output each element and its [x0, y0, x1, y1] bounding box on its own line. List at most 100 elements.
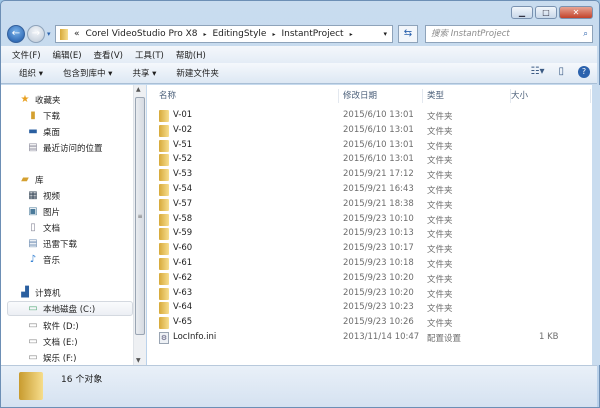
include-in-library-button[interactable]: 包含到库中 ▾: [63, 67, 112, 79]
scroll-up-arrow[interactable]: ▲: [136, 86, 141, 93]
file-row[interactable]: V-52 2015/6/10 13:01 文件夹: [147, 153, 592, 167]
file-name: V-58: [173, 213, 193, 224]
file-row[interactable]: V-60 2015/9/23 10:17 文件夹: [147, 242, 592, 256]
video-icon: ▦: [28, 190, 38, 201]
nav-label: 桌面: [43, 127, 61, 138]
column-size[interactable]: 大小: [511, 89, 591, 103]
menu-tools[interactable]: 工具(T): [135, 49, 164, 61]
file-type: 文件夹: [427, 319, 453, 330]
refresh-button[interactable]: ⇆: [398, 25, 418, 43]
column-date[interactable]: 修改日期: [343, 89, 423, 103]
view-options-icon[interactable]: ☷▾: [531, 66, 545, 78]
maximize-button[interactable]: □: [535, 6, 557, 19]
nav-downloads[interactable]: ▮ 下载: [27, 108, 60, 123]
file-row[interactable]: V-59 2015/9/23 10:13 文件夹: [147, 227, 592, 241]
new-folder-button[interactable]: 新建文件夹: [176, 67, 219, 79]
nav-libraries[interactable]: ▰ 库: [19, 172, 43, 187]
file-row[interactable]: V-64 2015/9/23 10:23 文件夹: [147, 301, 592, 315]
nav-recent-places[interactable]: ▤ 最近访问的位置: [27, 140, 103, 155]
address-dropdown[interactable]: ▾: [383, 30, 387, 38]
nav-drive-d[interactable]: ▭ 软件 (D:): [27, 318, 78, 333]
nav-label: 文档: [43, 223, 61, 234]
nav-drive-e[interactable]: ▭ 文档 (E:): [27, 334, 77, 349]
recent-pages-dropdown[interactable]: ▾: [47, 30, 51, 38]
search-icon[interactable]: ⌕: [583, 26, 588, 42]
file-row[interactable]: V-53 2015/9/21 17:12 文件夹: [147, 168, 592, 182]
thunder-download-icon: ▤: [28, 238, 38, 249]
breadcrumb-separator[interactable]: ▸: [203, 31, 206, 38]
nav-thunder-downloads[interactable]: ▤ 迅雷下载: [27, 236, 77, 251]
window-controls: ▁ □ ✕: [511, 6, 593, 19]
nav-computer[interactable]: ▟ 计算机: [19, 285, 60, 300]
column-name[interactable]: 名称: [159, 89, 339, 103]
minimize-button[interactable]: ▁: [511, 6, 533, 19]
file-row[interactable]: V-57 2015/9/21 18:38 文件夹: [147, 198, 592, 212]
file-row[interactable]: V-62 2015/9/23 10:20 文件夹: [147, 272, 592, 286]
file-row[interactable]: V-65 2015/9/23 10:26 文件夹: [147, 316, 592, 330]
folder-icon: [159, 287, 169, 300]
item-count: 16 个对象: [61, 375, 103, 385]
scrollbar-thumb[interactable]: ≡: [135, 97, 145, 335]
folder-icon: [159, 169, 169, 182]
nav-buttons: ← → ▾: [7, 25, 51, 43]
file-row[interactable]: V-01 2015/6/10 13:01 文件夹: [147, 109, 592, 123]
file-row[interactable]: ⚙ LocInfo.ini 2013/11/14 10:47 配置设置 1 KB: [147, 331, 592, 345]
folder-icon: [159, 272, 169, 285]
back-button[interactable]: ←: [7, 25, 25, 43]
search-input[interactable]: 搜索 InstantProject ⌕: [425, 25, 593, 43]
file-date: 2015/9/23 10:26: [343, 317, 414, 328]
nav-pictures[interactable]: ▣ 图片: [27, 204, 60, 219]
downloads-icon: ▮: [30, 110, 36, 121]
organize-button[interactable]: 组织 ▾: [19, 67, 43, 79]
file-date: 2015/6/10 13:01: [343, 154, 414, 165]
breadcrumb-separator[interactable]: ▸: [350, 31, 353, 38]
file-row[interactable]: V-02 2015/6/10 13:01 文件夹: [147, 124, 592, 138]
menu-edit[interactable]: 编辑(E): [53, 49, 82, 61]
nav-documents[interactable]: ▯ 文档: [27, 220, 60, 235]
nav-videos[interactable]: ▦ 视频: [27, 188, 60, 203]
menu-view[interactable]: 查看(V): [94, 49, 123, 61]
breadcrumb-overflow[interactable]: «: [74, 29, 80, 39]
menu-help[interactable]: 帮助(H): [176, 49, 206, 61]
share-button[interactable]: 共享 ▾: [132, 67, 156, 79]
file-row[interactable]: V-63 2015/9/23 10:20 文件夹: [147, 287, 592, 301]
menu-file[interactable]: 文件(F): [12, 49, 41, 61]
drive-icon: ▭: [28, 336, 38, 347]
breadcrumb-instantproject[interactable]: InstantProject: [281, 29, 343, 39]
file-name: V-61: [173, 258, 193, 268]
breadcrumb-editingstyle[interactable]: EditingStyle: [213, 29, 267, 39]
file-name: V-62: [173, 272, 193, 283]
close-button[interactable]: ✕: [559, 6, 593, 19]
nav-label: 最近访问的位置: [43, 143, 103, 154]
folder-icon: [19, 372, 43, 400]
file-row[interactable]: V-61 2015/9/23 10:18 文件夹: [147, 257, 592, 271]
column-label: 修改日期: [343, 91, 378, 101]
preview-pane-icon[interactable]: ▯: [558, 66, 564, 78]
nav-label: 下载: [43, 111, 61, 122]
file-name: V-64: [173, 302, 193, 313]
file-name: V-54: [173, 184, 193, 194]
column-label: 类型: [427, 91, 445, 101]
nav-drive-f[interactable]: ▭ 娱乐 (F:): [27, 350, 76, 365]
nav-desktop[interactable]: ▬ 桌面: [27, 124, 60, 139]
scroll-down-arrow[interactable]: ▼: [136, 357, 141, 364]
nav-music[interactable]: ♪ 音乐: [27, 252, 60, 267]
nav-drive-c[interactable]: ▭ 本地磁盘 (C:): [7, 301, 133, 316]
address-bar[interactable]: « Corel VideoStudio Pro X8 ▸ EditingStyl…: [55, 25, 393, 43]
breadcrumb-corel[interactable]: Corel VideoStudio Pro X8: [86, 29, 198, 39]
file-row[interactable]: V-54 2015/9/21 16:43 文件夹: [147, 183, 592, 197]
file-type: 配置设置: [427, 334, 462, 344]
file-row[interactable]: V-58 2015/9/23 10:10 文件夹: [147, 213, 592, 227]
column-type[interactable]: 类型: [427, 89, 511, 103]
breadcrumb-separator[interactable]: ▸: [272, 31, 275, 38]
desktop-icon: ▬: [28, 126, 38, 137]
nav-label: 迅雷下载: [43, 239, 78, 250]
nav-favorites[interactable]: ★ 收藏夹: [19, 92, 61, 107]
nav-scrollbar[interactable]: ▲ ≡ ▼: [133, 85, 146, 365]
file-date: 2015/9/21 16:43: [343, 184, 414, 194]
file-row[interactable]: V-51 2015/6/10 13:01 文件夹: [147, 139, 592, 153]
forward-button[interactable]: →: [27, 25, 45, 43]
help-icon[interactable]: ?: [578, 66, 590, 78]
file-date: 2013/11/14 10:47: [343, 332, 420, 342]
recent-places-icon: ▤: [28, 142, 38, 153]
